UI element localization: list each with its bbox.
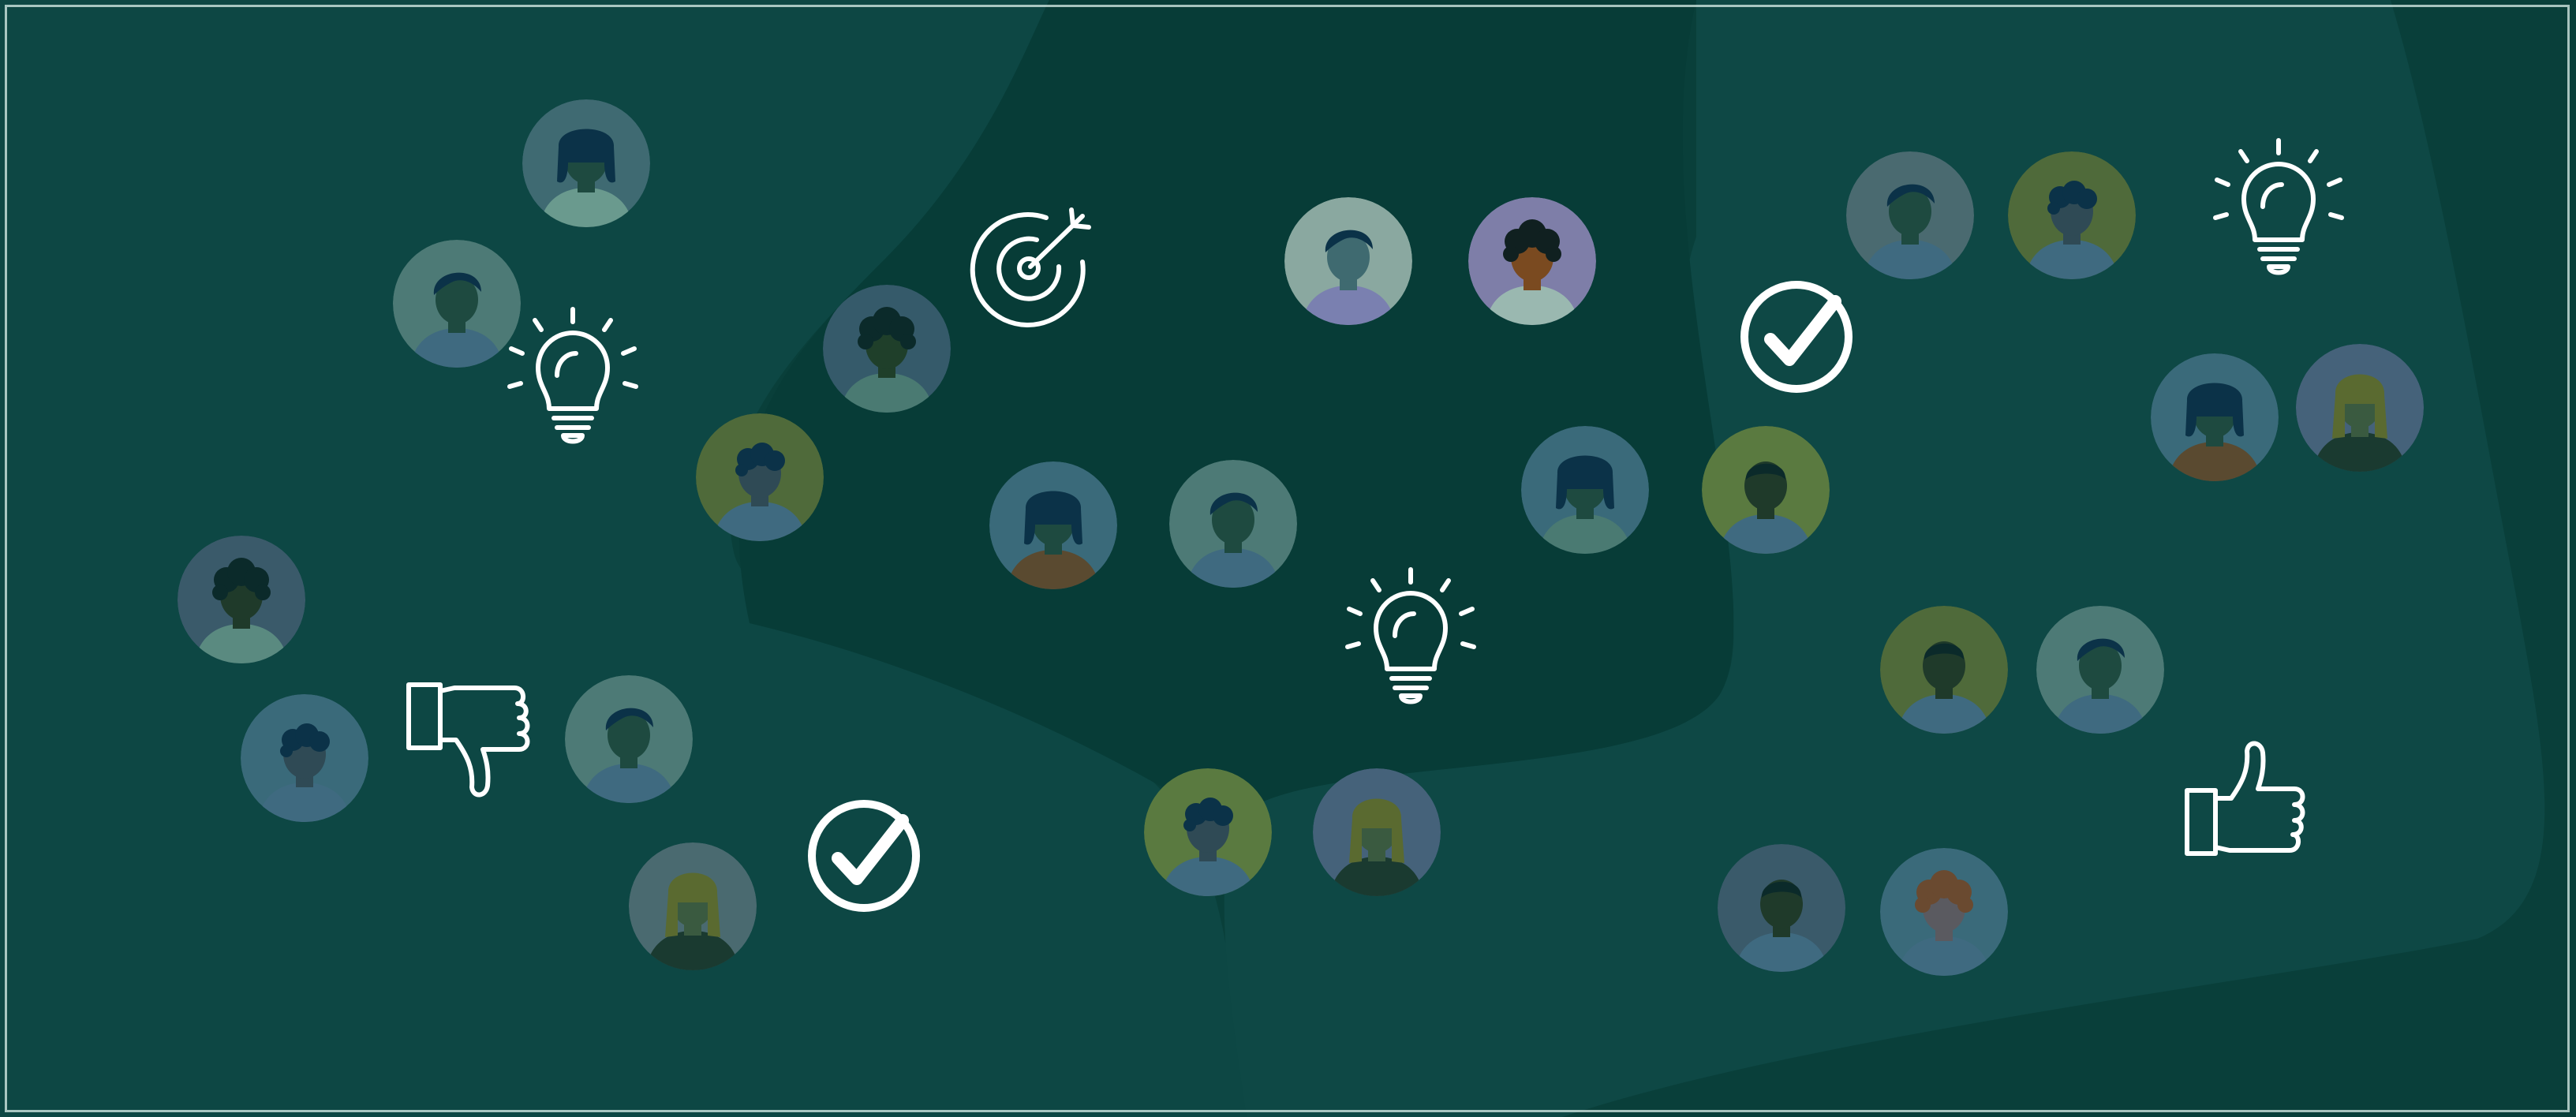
background-shapes xyxy=(0,0,2576,1117)
person-avatar xyxy=(629,842,757,970)
person-avatar xyxy=(2036,606,2164,734)
person-avatar xyxy=(1718,844,1845,972)
person-avatar xyxy=(1468,197,1596,325)
person-avatar xyxy=(989,461,1117,589)
person-avatar xyxy=(1846,151,1974,279)
person-avatar xyxy=(1880,606,2008,734)
checkmark-icon xyxy=(805,797,923,915)
lightbulb-icon xyxy=(2200,136,2357,293)
person-avatar xyxy=(1313,768,1441,896)
person-avatar xyxy=(1880,848,2008,976)
person-avatar xyxy=(1169,460,1297,588)
checkmark-icon xyxy=(1737,278,1856,396)
thumbs-up-icon xyxy=(2176,732,2310,866)
person-avatar xyxy=(823,285,951,413)
person-avatar xyxy=(1144,768,1272,896)
person-avatar xyxy=(565,675,693,803)
person-avatar xyxy=(178,536,305,663)
team-collaboration-illustration xyxy=(0,0,2576,1117)
lightbulb-icon xyxy=(494,304,652,462)
person-avatar xyxy=(1284,197,1412,325)
person-avatar xyxy=(696,413,824,541)
person-avatar xyxy=(1521,426,1649,554)
person-avatar xyxy=(241,694,368,822)
thumbs-down-icon xyxy=(401,672,535,806)
target-icon xyxy=(964,204,1097,336)
person-avatar xyxy=(2296,344,2424,472)
lightbulb-icon xyxy=(1332,565,1490,723)
person-avatar xyxy=(2008,151,2136,279)
person-avatar xyxy=(522,99,650,227)
person-avatar xyxy=(1702,426,1830,554)
person-avatar xyxy=(2151,353,2279,481)
